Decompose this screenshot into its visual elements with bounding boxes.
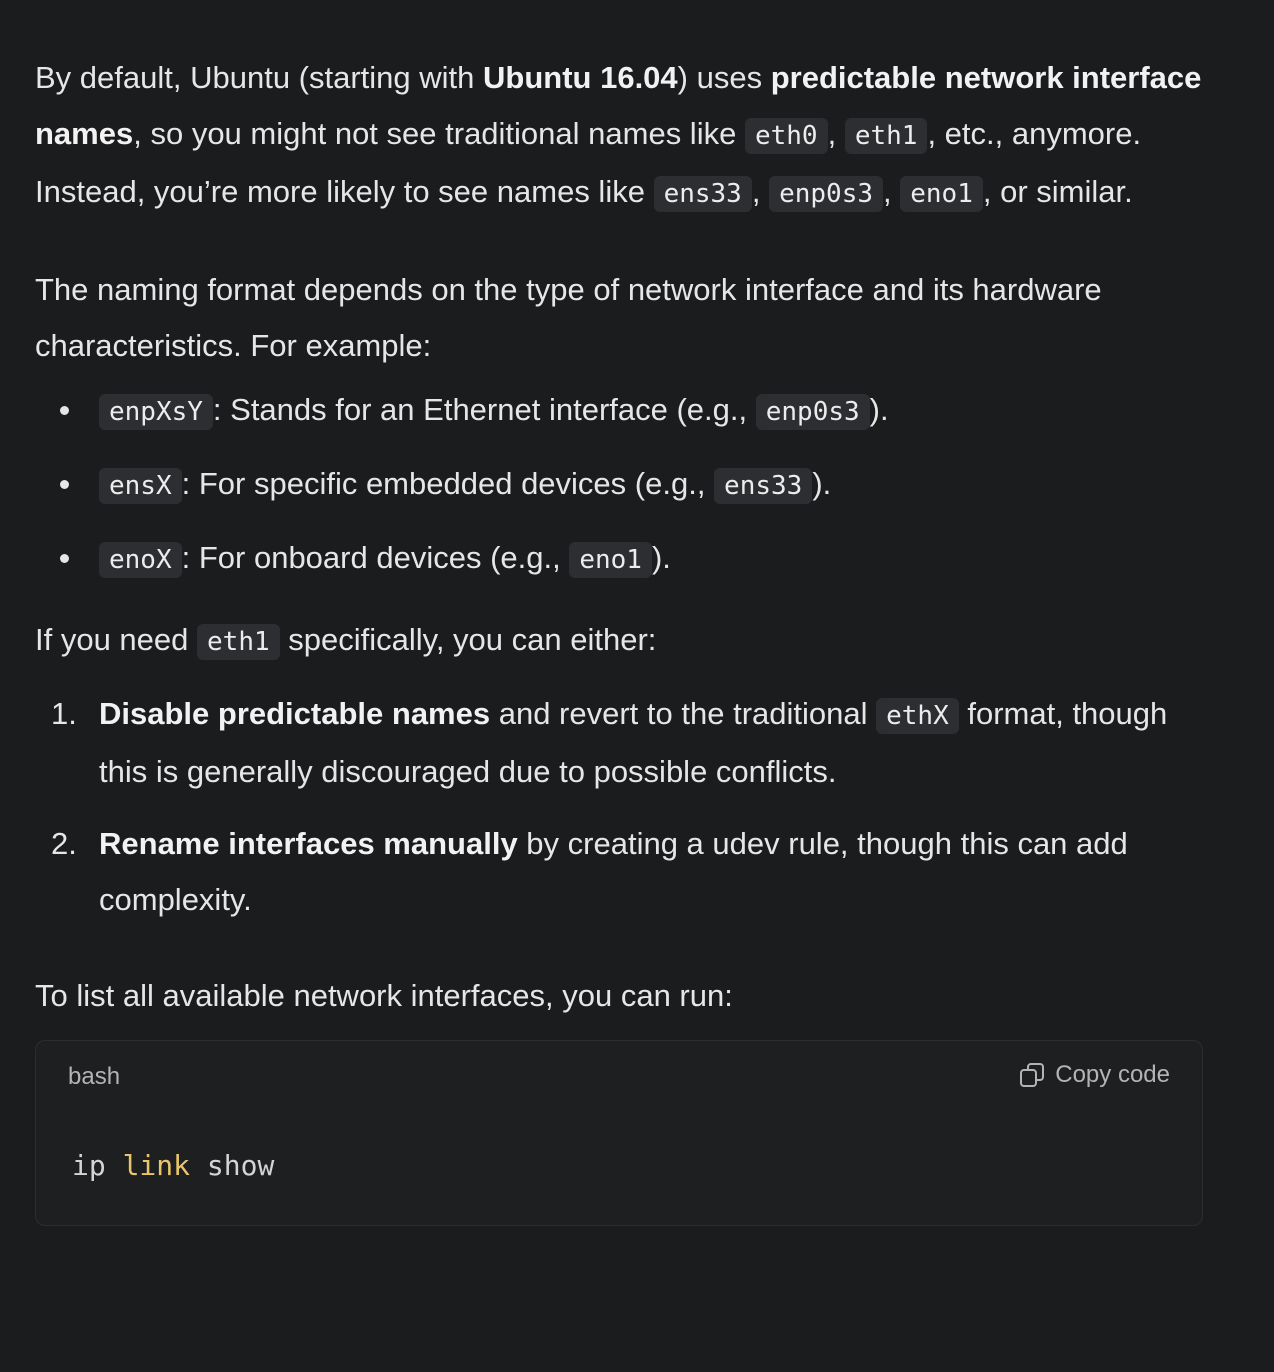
inline-code: eno1 [900, 176, 983, 212]
inline-code: enp0s3 [769, 176, 883, 212]
inline-code: enpXsY [99, 394, 213, 430]
text-span: specifically, you can either: [279, 622, 657, 657]
inline-code: ens33 [653, 176, 752, 212]
text-span: , [751, 174, 770, 209]
bullet-dot [60, 406, 69, 415]
options-list: 1. Disable predictable names and revert t… [35, 686, 1205, 928]
inline-code: eth1 [844, 118, 928, 154]
bold-ubuntu-version: Ubuntu 16.04 [483, 60, 678, 95]
inline-code: ens33 [714, 468, 813, 504]
inline-code: eth0 [744, 118, 828, 154]
eth1-paragraph: If you need eth1 specifically, you can e… [35, 612, 1205, 670]
bullet-dot [60, 554, 69, 563]
bold-option-title: Rename interfaces manually [99, 826, 518, 861]
text-span: ). [869, 392, 889, 427]
inline-code: enp0s3 [755, 394, 870, 430]
inline-code: eth1 [197, 624, 280, 660]
text-span: : For onboard devices (e.g., [181, 540, 570, 575]
copy-code-button[interactable]: Copy code [1019, 1061, 1170, 1089]
inline-code: eno1 [569, 542, 652, 578]
code-token-command: ip [72, 1149, 106, 1182]
text-span: If you need [35, 622, 198, 657]
text-span: : Stands for an Ethernet interface (e.g.… [212, 392, 756, 427]
code-block: bash Copy code ip link show [35, 1040, 1203, 1226]
list-number: 2. [51, 826, 77, 861]
intro-paragraph: By default, Ubuntu (starting with Ubuntu… [35, 50, 1205, 222]
code-token-keyword: link [122, 1149, 191, 1182]
text-span: By default, Ubuntu (starting with [35, 60, 484, 95]
code-line[interactable]: ip link show [72, 1149, 274, 1182]
text-span: , [883, 174, 901, 209]
text-span: , or similar. [982, 174, 1133, 209]
text-span: : For specific embedded devices (e.g., [181, 466, 715, 501]
text-span: ) uses [677, 60, 771, 95]
copy-icon [1019, 1062, 1045, 1088]
text-span: ). [812, 466, 832, 501]
list-item: ensX: For specific embedded devices (e.g… [35, 456, 1205, 514]
list-item: enoX: For onboard devices (e.g., eno1). [35, 530, 1205, 588]
text-span: and revert to the traditional [490, 696, 877, 731]
text-span: , so you might not see traditional names… [133, 116, 745, 151]
text-span: , [827, 116, 845, 151]
code-language-label: bash [68, 1063, 121, 1090]
list-item: 2. Rename interfaces manually by creating… [35, 816, 1205, 928]
inline-code: enoX [99, 542, 182, 578]
list-interfaces-paragraph: To list all available network interfaces… [35, 978, 733, 1013]
naming-format-list: enpXsY: Stands for an Ethernet interface… [35, 382, 1205, 588]
bullet-dot [60, 480, 69, 489]
naming-format-paragraph: The naming format depends on the type of… [35, 272, 1102, 363]
copy-code-label: Copy code [1055, 1061, 1170, 1088]
bold-option-title: Disable predictable names [99, 696, 491, 731]
code-token-argument: show [206, 1149, 275, 1182]
text-span: ). [651, 540, 671, 575]
message-content: By default, Ubuntu (starting with Ubuntu… [35, 50, 1205, 1226]
list-number: 1. [51, 696, 77, 731]
list-item: 1. Disable predictable names and revert t… [35, 686, 1205, 800]
list-item: enpXsY: Stands for an Ethernet interface… [35, 382, 1205, 440]
inline-code: ensX [99, 468, 182, 504]
inline-code: ethX [876, 698, 959, 734]
